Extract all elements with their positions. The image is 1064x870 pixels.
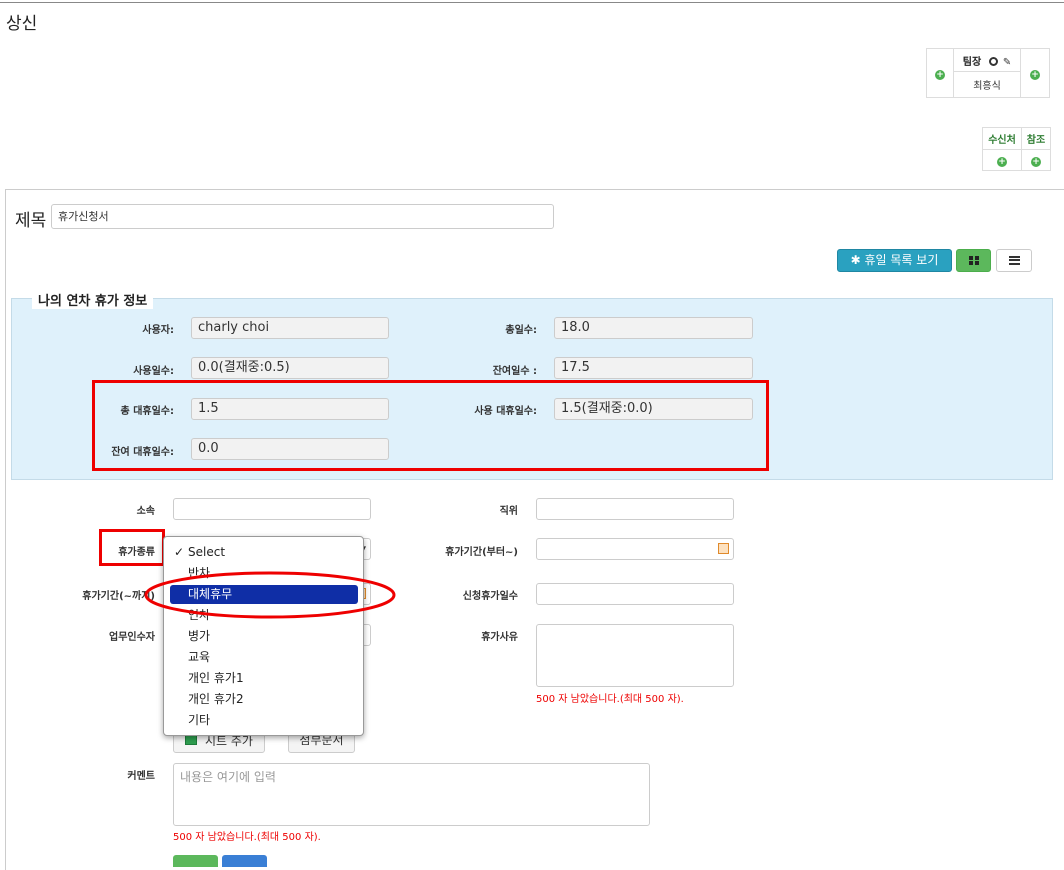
checkmark-icon: ✓ (174, 545, 185, 559)
approval-line-table: + 팀장 ✎ + 최흥식 (926, 48, 1050, 98)
remaining-days-label: 잔여일수 : (492, 366, 537, 377)
request-days-label: 신청휴가일수 (462, 591, 518, 602)
handover-label: 업무인수자 (109, 632, 155, 643)
calendar-icon[interactable] (718, 543, 729, 554)
list-view-button[interactable] (996, 249, 1032, 272)
comment-placeholder: 내용은 여기에 입력 (180, 770, 276, 784)
grid-icon (969, 256, 979, 265)
add-approver-icon[interactable]: + (1030, 70, 1040, 80)
holiday-list-button[interactable]: ✱ 휴일 목록 보기 (837, 249, 952, 272)
leave-info-legend: 나의 연차 휴가 정보 (32, 290, 154, 309)
user-label: 사용자: (142, 325, 174, 336)
reason-textarea[interactable] (536, 624, 734, 687)
add-reference-icon[interactable]: + (1031, 157, 1041, 167)
grid-view-button[interactable] (956, 249, 991, 272)
asterisk-icon: ✱ (850, 253, 861, 267)
recipients-label: 수신처 (982, 127, 1022, 150)
annotation-red-box (92, 380, 769, 471)
reason-label: 휴가사유 (481, 632, 518, 643)
holiday-list-label: 휴일 목록 보기 (864, 253, 939, 267)
leave-type-dropdown: ✓ Select 반차 대체휴무 연차 병가 교육 개인 휴가1 개인 휴가2 기… (163, 536, 364, 736)
request-days-input[interactable] (536, 583, 734, 605)
dropdown-option[interactable]: 병가 (170, 627, 358, 646)
subject-input[interactable]: 휴가신청서 (51, 204, 554, 229)
annotation-red-ellipse (144, 571, 396, 619)
start-date-input[interactable] (536, 538, 734, 560)
start-date-label: 휴가기간(부터~) (445, 547, 518, 558)
comment-remaining: 500 자 남았습니다.(최대 500 자). (173, 832, 321, 843)
list-icon (1009, 256, 1020, 265)
approval-add-before[interactable]: + (926, 48, 954, 98)
add-recipient[interactable]: + (982, 149, 1022, 171)
dropdown-option[interactable]: 기타 (170, 711, 358, 730)
used-days-field: 0.0(결재중:0.5) (191, 357, 389, 379)
annotation-red-box-leave-type (99, 529, 165, 566)
remaining-days-field: 17.5 (554, 357, 753, 379)
page-title: 상신 (6, 14, 38, 34)
save-button[interactable] (222, 855, 267, 867)
reason-remaining: 500 자 남았습니다.(최대 500 자). (536, 694, 684, 705)
approver-name: 최흥식 (953, 71, 1021, 98)
comment-label: 커멘트 (127, 771, 155, 782)
dropdown-option[interactable]: ✓ Select (170, 543, 358, 562)
department-input[interactable] (173, 498, 371, 520)
approval-role-cell: 팀장 ✎ (953, 48, 1021, 72)
add-approver-icon[interactable]: + (935, 70, 945, 80)
submit-button[interactable] (173, 855, 218, 867)
stop-icon[interactable] (989, 56, 998, 66)
subject-label: 제목 (15, 211, 47, 231)
dropdown-option[interactable]: 개인 휴가1 (170, 669, 358, 688)
total-days-label: 총일수: (505, 325, 537, 336)
add-reference[interactable]: + (1021, 149, 1051, 171)
approval-add-after[interactable]: + (1020, 48, 1050, 98)
comment-textarea[interactable]: 내용은 여기에 입력 (173, 763, 650, 826)
position-input[interactable] (536, 498, 734, 520)
used-days-label: 사용일수: (133, 366, 174, 377)
recipients-table: 수신처 참조 + + (982, 127, 1051, 171)
edit-icon[interactable]: ✎ (1003, 57, 1011, 68)
end-date-label: 휴가기간(~까지) (82, 591, 155, 602)
top-divider (0, 2, 1064, 3)
reference-label: 참조 (1021, 127, 1051, 150)
add-recipient-icon[interactable]: + (997, 157, 1007, 167)
user-field: charly choi (191, 317, 389, 339)
approval-role: 팀장 (962, 56, 982, 68)
dropdown-option[interactable]: 개인 휴가2 (170, 690, 358, 709)
total-days-field: 18.0 (554, 317, 753, 339)
dropdown-option[interactable]: 교육 (170, 648, 358, 667)
department-label: 소속 (136, 506, 155, 517)
position-label: 직위 (499, 506, 518, 517)
